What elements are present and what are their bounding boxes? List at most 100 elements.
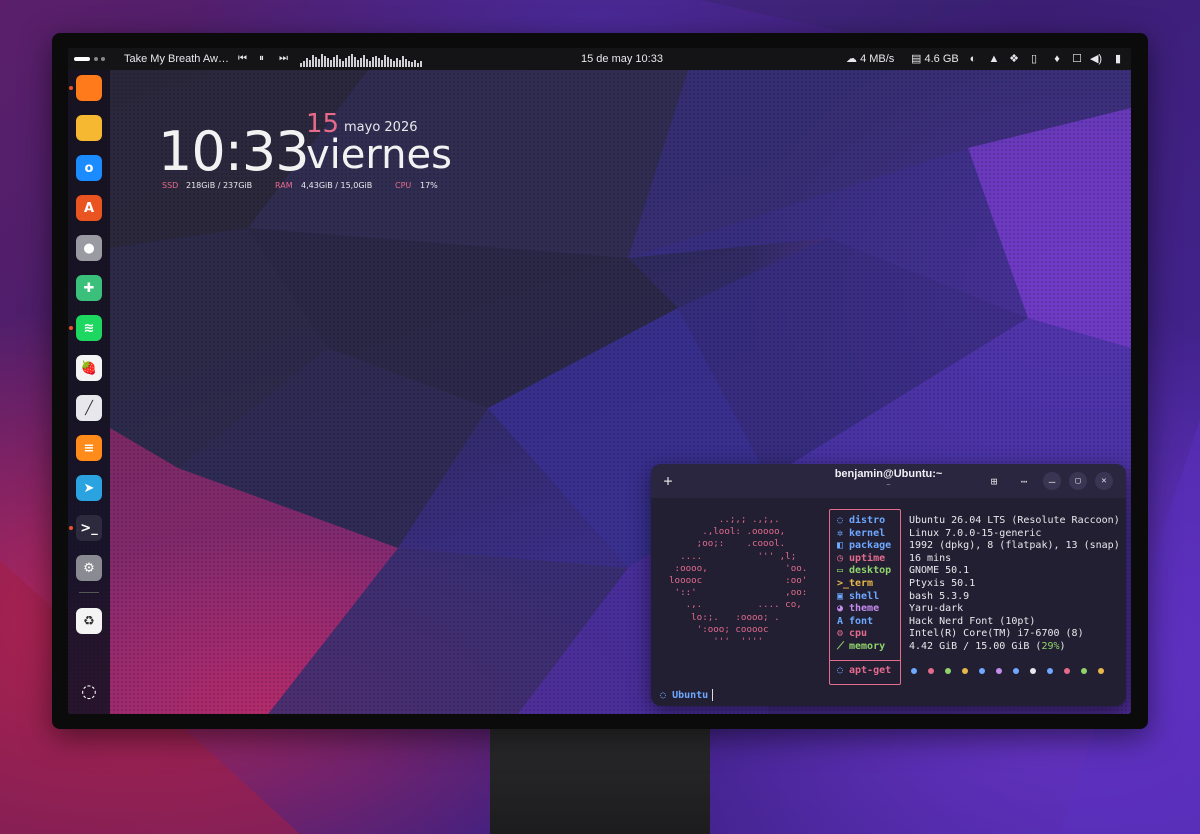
- menu-icon[interactable]: ⋯: [1015, 472, 1033, 490]
- media-title[interactable]: Take My Breath Aw…: [124, 48, 229, 70]
- dock-toggle-app-icon[interactable]: ●: [76, 235, 102, 261]
- field-value-shell: bash 5.3.9: [909, 590, 970, 602]
- dock-firefox-icon[interactable]: [76, 75, 102, 101]
- distro-icon: ◌: [837, 515, 844, 526]
- palette-swatch: [1047, 668, 1053, 674]
- text-cursor[interactable]: [712, 689, 713, 701]
- visualizer-bar: [411, 62, 413, 67]
- visualizer-bar: [315, 57, 317, 67]
- cloud-download-icon: ☁: [846, 53, 857, 65]
- palette-swatch: [996, 668, 1002, 674]
- field-key-memory: ⟋ memory: [837, 641, 886, 652]
- visualizer-bar: [414, 60, 416, 67]
- volume-icon[interactable]: ◀): [1089, 48, 1103, 70]
- terminal-headerbar[interactable]: + benjamin@Ubuntu:~ ~ ⊞ ⋯ – ▢ ✕: [651, 464, 1126, 498]
- visualizer-bar: [330, 60, 332, 67]
- next-track-icon[interactable]: ⏭: [279, 48, 288, 70]
- ubuntu-icon: ◌: [837, 665, 844, 676]
- visualizer-bar: [378, 58, 380, 67]
- field-key-desktop: ▭ desktop: [837, 565, 892, 577]
- field-key-distro: ◌ distro: [837, 515, 886, 526]
- visualizer-bar: [366, 59, 368, 67]
- visualizer-bar: [390, 59, 392, 67]
- dock-app-center-icon[interactable]: A: [76, 195, 102, 221]
- visualizer-bar: [348, 56, 350, 67]
- dock-telegram-icon[interactable]: ➤: [76, 475, 102, 501]
- theme-icon[interactable]: ◐: [966, 48, 980, 70]
- field-value-term: Ptyxis 50.1: [909, 578, 976, 589]
- cpu-value: 17%: [420, 181, 438, 190]
- kernel-icon: ✲: [837, 527, 844, 539]
- palette-swatch: [1030, 668, 1036, 674]
- conky-time: 10:33: [158, 120, 310, 183]
- battery-icon[interactable]: ▮: [1111, 48, 1125, 70]
- dock-notes-icon[interactable]: ≡: [76, 435, 102, 461]
- field-key-term: >_term: [837, 578, 874, 589]
- memory-chip-icon: ▤: [911, 53, 922, 65]
- running-indicator: [69, 526, 73, 530]
- palette-swatch: [1081, 668, 1087, 674]
- close-icon[interactable]: ✕: [1095, 472, 1113, 490]
- show-apps-icon[interactable]: ◌: [76, 678, 102, 704]
- term-icon: >_: [837, 578, 850, 589]
- workspace-indicator-active[interactable]: [74, 57, 90, 61]
- ubuntu-ascii-logo: ..;,; .,;,. .,lool: .ooooo, ;oo;: .coool…: [669, 514, 808, 648]
- visualizer-bar: [396, 58, 398, 67]
- memory-value: 4.6 GB: [924, 53, 959, 65]
- previous-track-icon[interactable]: ⏮: [238, 48, 247, 70]
- pause-icon[interactable]: ⏸: [259, 48, 264, 70]
- dock-spotify-icon[interactable]: ≋: [76, 315, 102, 341]
- visualizer-bar: [339, 59, 341, 67]
- drive-icon[interactable]: ▲: [987, 48, 1001, 70]
- visualizer-bar: [318, 59, 320, 67]
- visualizer-bar: [387, 57, 389, 67]
- visualizer-bar: [351, 54, 353, 67]
- ssd-label: SSD: [162, 181, 179, 190]
- dock-settings-icon[interactable]: ⚙: [76, 555, 102, 581]
- visualizer-bar: [327, 58, 329, 67]
- cpu-label: CPU: [395, 181, 412, 190]
- minimize-icon[interactable]: –: [1043, 472, 1061, 490]
- chat-icon[interactable]: ☐: [1070, 48, 1084, 70]
- palette-swatch: [1098, 668, 1104, 674]
- visualizer-bar: [384, 55, 386, 67]
- conky-weekday: viernes: [306, 132, 452, 178]
- dropbox-icon[interactable]: ❖: [1007, 48, 1021, 70]
- visualizer-bar: [405, 59, 407, 67]
- microphone-icon[interactable]: ♦: [1050, 48, 1064, 70]
- date-time[interactable]: 15 de may 10:33: [581, 48, 663, 70]
- maximize-icon[interactable]: ▢: [1069, 472, 1087, 490]
- dock-terminal-icon[interactable]: >_: [76, 515, 102, 541]
- dock-raspberry-icon[interactable]: 🍓: [76, 355, 102, 381]
- memory-usage: ▤ 4.6 GB: [911, 48, 959, 70]
- dock-trash-icon[interactable]: ♻: [76, 608, 102, 634]
- dock-outlook-icon[interactable]: o: [76, 155, 102, 181]
- running-indicator: [69, 326, 73, 330]
- desktop-screen: Take My Breath Aw… ⏮ ⏸ ⏭ 15 de may 10:33…: [68, 48, 1131, 714]
- dock-text-editor-icon[interactable]: ╱: [76, 395, 102, 421]
- field-value-theme: Yaru-dark: [909, 603, 964, 615]
- field-value-font: Hack Nerd Font (10pt): [909, 615, 1036, 627]
- uptime-icon: ◷: [837, 552, 844, 564]
- palette-swatch: [1064, 668, 1070, 674]
- workspace-indicator[interactable]: [101, 57, 105, 61]
- field-value-uptime: 16 mins: [909, 552, 952, 564]
- visualizer-bar: [420, 61, 422, 67]
- visualizer-bar: [306, 58, 308, 67]
- terminal-window[interactable]: + benjamin@Ubuntu:~ ~ ⊞ ⋯ – ▢ ✕ ..;,; .,…: [651, 464, 1126, 706]
- dock-files-icon[interactable]: [76, 115, 102, 141]
- tab-overview-icon[interactable]: ⊞: [985, 472, 1003, 490]
- visualizer-bar: [369, 61, 371, 67]
- visualizer-bar: [399, 60, 401, 67]
- network-speed-value: 4 MB/s: [860, 53, 895, 65]
- ssd-value: 218GiB / 237GiB: [186, 181, 253, 190]
- palette-swatch: [979, 668, 985, 674]
- field-value-kernel: Linux 7.0.0-15-generic: [909, 527, 1042, 539]
- workspace-indicator[interactable]: [94, 57, 98, 61]
- clipboard-icon[interactable]: ▯: [1027, 48, 1041, 70]
- dock-extensions-icon[interactable]: ✚: [76, 275, 102, 301]
- running-indicator: [69, 86, 73, 90]
- visualizer-bar: [333, 57, 335, 67]
- field-value-cpu: Intel(R) Core(TM) i7-6700 (8): [909, 628, 1084, 640]
- dock-separator: [79, 592, 99, 593]
